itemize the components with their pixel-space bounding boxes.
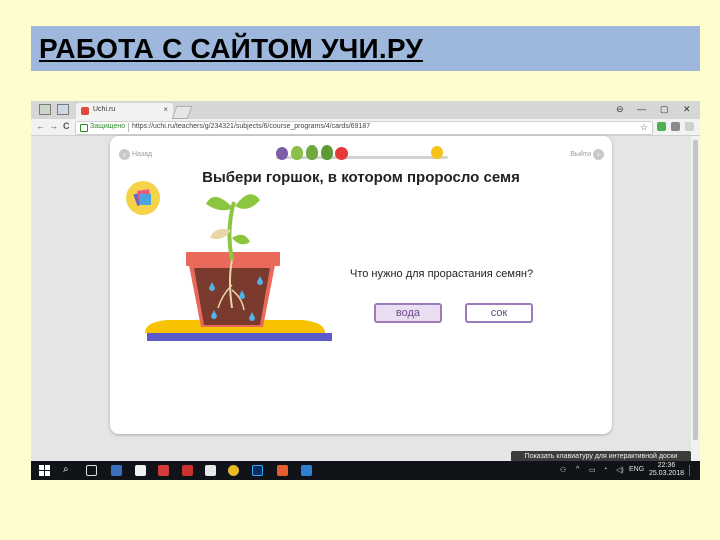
answer-button-water[interactable]: вода (374, 303, 442, 323)
back-label: Назад (132, 151, 153, 159)
tab-title: Uchi.ru (93, 106, 116, 113)
tab-uchi[interactable]: Uchi.ru × (76, 103, 173, 119)
volume-icon[interactable]: ◁) (616, 466, 624, 474)
plant-pot-illustration (145, 194, 332, 341)
back-chevron-icon: ‹ (119, 149, 130, 161)
show-desktop-button[interactable] (689, 465, 696, 476)
maximize-button[interactable]: ▢ (660, 104, 669, 115)
windows-taskbar: ⌕ ⚇ ^ ▭ ◔ ◁) ENG 22:36 25.03.2018 (31, 461, 700, 480)
file-explorer-icon[interactable] (111, 465, 122, 476)
network-icon[interactable]: ◔ (603, 466, 607, 473)
search-icon[interactable]: ⌕ (63, 464, 69, 475)
tab-close-icon[interactable]: × (163, 105, 168, 114)
lock-icon (80, 124, 88, 132)
task-title: Выбери горшок, в котором проросло семя (202, 169, 520, 186)
mail-icon[interactable] (205, 465, 216, 476)
browser-screenshot: Uchi.ru × ⊖ — ▢ ✕ ← → C Защищено https:/… (31, 101, 700, 480)
chrome-icon[interactable] (228, 465, 239, 476)
windows-start-icon[interactable] (39, 465, 50, 476)
answer-button-juice[interactable]: сок (465, 303, 533, 323)
orange-icon (431, 146, 443, 159)
task-view-icon[interactable] (86, 465, 97, 476)
lesson-card: ‹ Назад Выйти › Выбери горшок, в котором п… (110, 136, 612, 434)
reload-icon[interactable]: C (63, 121, 70, 131)
back-button[interactable]: ‹ Назад (119, 146, 154, 164)
clock[interactable]: 22:36 25.03.2018 (649, 462, 684, 478)
tab-strip-app-icon[interactable] (39, 104, 51, 115)
close-window-button[interactable]: ✕ (683, 104, 691, 115)
bookmark-star-icon[interactable]: ☆ (640, 122, 648, 133)
exit-icon: › (593, 149, 604, 161)
pear-icon (291, 146, 303, 160)
exit-button[interactable]: Выйти › (568, 146, 604, 164)
slide-title: РАБОТА С САЙТОМ УЧИ.РУ (39, 33, 423, 64)
store-icon[interactable] (135, 465, 146, 476)
profile-icon[interactable]: ⊖ (616, 104, 624, 115)
pear-icon (306, 145, 318, 160)
tray-arrow-icon[interactable]: ^ (576, 466, 579, 473)
battery-icon[interactable]: ▭ (589, 466, 596, 474)
extension-icon[interactable] (657, 122, 666, 131)
app-icon[interactable] (182, 465, 193, 476)
plum-icon (276, 147, 288, 160)
app-icon[interactable] (301, 465, 312, 476)
question-text: Что нужно для прорастания семян? (350, 268, 534, 280)
clock-time: 22:36 (657, 462, 676, 469)
secure-label: Защищено (90, 123, 126, 130)
forward-arrow-icon[interactable]: → (49, 121, 58, 131)
address-separator (128, 123, 129, 132)
address-bar[interactable]: Защищено https://uchi.ru/teachers/g/2343… (75, 121, 653, 135)
apple-icon (335, 147, 348, 160)
exit-label: Выйти (570, 151, 591, 159)
url-text[interactable]: https://uchi.ru/teachers/g/234321/subjec… (132, 123, 370, 130)
extension-icon[interactable] (671, 122, 680, 131)
slide-title-bar: РАБОТА С САЙТОМ УЧИ.РУ (31, 26, 700, 71)
photoshop-icon[interactable] (252, 465, 263, 476)
tab-strip-app-icon[interactable] (57, 104, 69, 115)
new-tab-button[interactable] (171, 106, 193, 119)
minimize-button[interactable]: — (637, 104, 646, 114)
clock-date: 25.03.2018 (648, 470, 684, 477)
people-icon[interactable]: ⚇ (560, 466, 566, 474)
powerpoint-icon[interactable] (277, 465, 288, 476)
scrollbar-thumb[interactable] (693, 140, 698, 440)
browser-toolbar: ← → C Защищено https://uchi.ru/teachers/… (31, 119, 700, 136)
uchi-favicon-icon (81, 107, 89, 115)
menu-icon[interactable] (685, 122, 694, 131)
pear-icon (321, 145, 333, 160)
back-arrow-icon[interactable]: ← (36, 121, 45, 131)
app-icon[interactable] (158, 465, 169, 476)
language-indicator[interactable]: ENG (629, 466, 644, 473)
tab-bar: Uchi.ru × ⊖ — ▢ ✕ (31, 101, 700, 119)
page-scrollbar[interactable] (691, 136, 700, 461)
